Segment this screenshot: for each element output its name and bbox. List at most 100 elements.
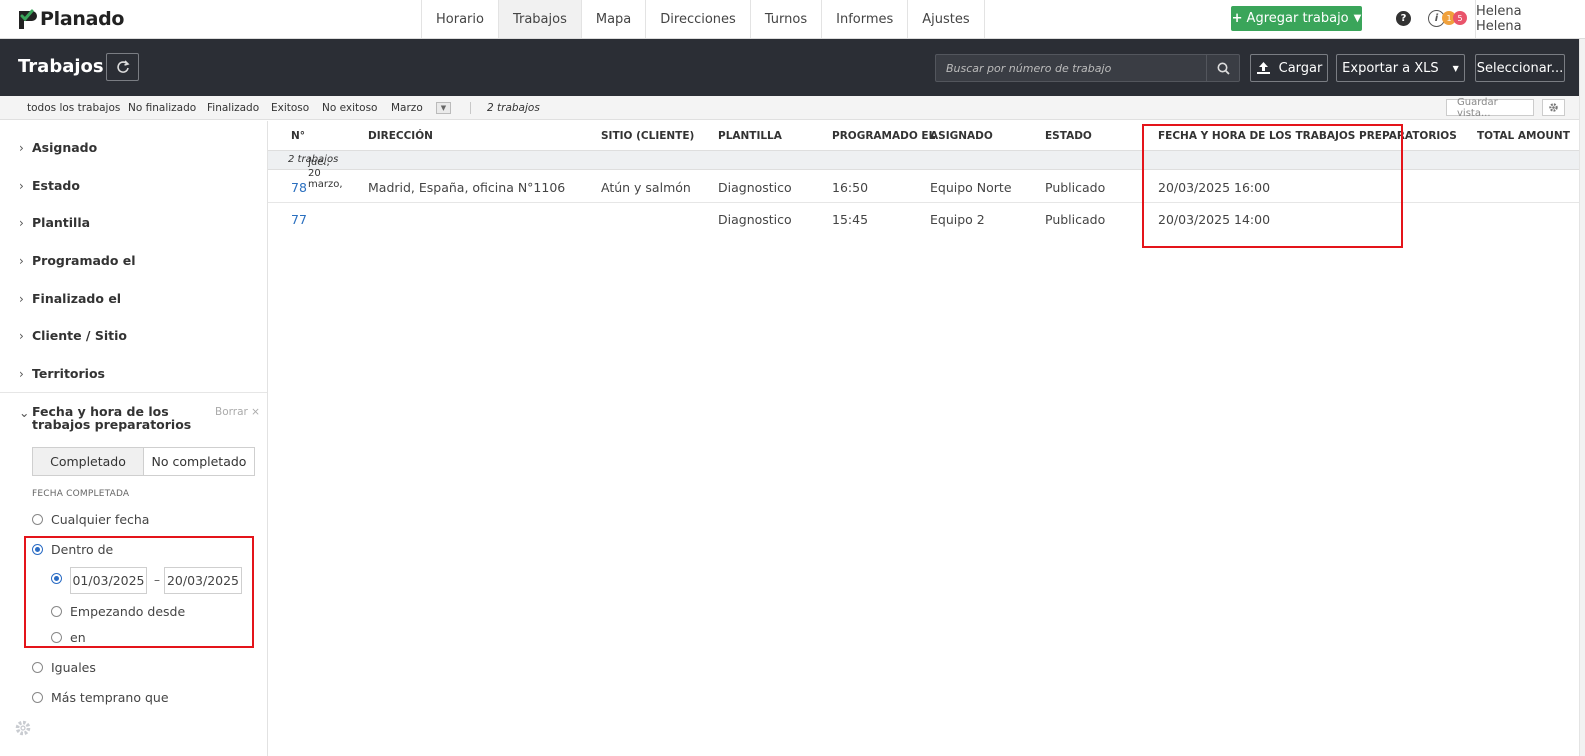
job-number-link[interactable]: 77 (291, 212, 307, 227)
filter-finished-on[interactable]: › Finalizado el (19, 291, 121, 306)
cell-template: Diagnostico (718, 180, 792, 195)
date-separator: – (154, 573, 160, 587)
refresh-button[interactable] (106, 53, 139, 81)
chevron-down-icon: ⌄ (19, 405, 30, 420)
radio-button[interactable] (32, 662, 43, 673)
filter-label: Estado (32, 178, 80, 193)
chevron-right-icon: › (19, 366, 24, 381)
radio-starting-from[interactable]: Empezando desde (51, 604, 185, 619)
cell-assigned: Equipo 2 (930, 212, 985, 227)
cell-prep-datetime: 20/03/2025 14:00 (1158, 212, 1271, 227)
tab-turnos[interactable]: Turnos (751, 0, 823, 38)
export-xls-button[interactable]: Exportar a XLS ▼ (1336, 54, 1465, 82)
export-label: Exportar a XLS (1342, 60, 1439, 76)
tab-mapa[interactable]: Mapa (582, 0, 647, 38)
chevron-down-icon[interactable]: ▼ (436, 102, 451, 114)
tab-trabajos[interactable]: Trabajos (498, 0, 582, 38)
filter-assigned[interactable]: › Asignado (19, 140, 97, 155)
filter-client-site[interactable]: › Cliente / Sitio (19, 328, 127, 343)
filter-label: Fecha y hora de los trabajos preparatori… (32, 404, 192, 432)
job-number-link[interactable]: 78 (291, 180, 307, 195)
divider (268, 202, 1585, 203)
radio-any-date[interactable]: Cualquier fecha (32, 512, 149, 527)
column-header-total-amount[interactable]: TOTAL AMOUNT (1477, 130, 1570, 142)
filter-territories[interactable]: › Territorios (19, 366, 105, 381)
filter-scheduled[interactable]: › Programado el (19, 253, 136, 268)
tab-direcciones[interactable]: Direcciones (646, 0, 751, 38)
radio-button[interactable] (51, 573, 62, 584)
filter-all-jobs[interactable]: todos los trabajos (27, 102, 120, 114)
radio-label: Más temprano que (51, 690, 169, 705)
gear-icon (1549, 103, 1558, 112)
radio-label: Empezando desde (70, 604, 186, 619)
group-date: jue., 20 marzo, (308, 157, 343, 190)
radio-button[interactable] (32, 544, 43, 555)
caret-down-icon: ▼ (1353, 13, 1362, 24)
column-header-assigned[interactable]: ASIGNADO (930, 130, 993, 142)
clear-filter-link[interactable]: Borrar × (215, 406, 260, 418)
search-icon (1217, 62, 1230, 75)
radio-button[interactable] (51, 606, 62, 617)
cell-assigned: Equipo Norte (930, 180, 1012, 195)
radio-button[interactable] (51, 632, 62, 643)
filter-not-finished[interactable]: No finalizado (128, 102, 196, 114)
radio-range[interactable] (51, 573, 70, 584)
radio-button[interactable] (32, 692, 43, 703)
divider (470, 102, 471, 114)
radio-in[interactable]: en (51, 630, 86, 645)
filter-finished[interactable]: Finalizado (207, 102, 259, 114)
search-button[interactable] (1206, 54, 1240, 82)
filter-unsuccessful[interactable]: No exitoso (322, 102, 377, 114)
filter-label: Finalizado el (32, 291, 122, 306)
cell-prep-datetime: 20/03/2025 16:00 (1158, 180, 1271, 195)
plus-icon: + (1231, 11, 1243, 26)
radio-earlier-than[interactable]: Más temprano que (32, 690, 169, 705)
filter-status[interactable]: › Estado (19, 178, 80, 193)
logo-icon (19, 9, 37, 29)
date-to-input[interactable]: 20/03/2025 (164, 567, 242, 594)
radio-within[interactable]: Dentro de (32, 542, 113, 557)
column-header-status[interactable]: ESTADO (1045, 130, 1092, 142)
tab-horario[interactable]: Horario (422, 0, 499, 38)
radio-equals[interactable]: Iguales (32, 660, 96, 675)
filter-label: Asignado (32, 140, 98, 155)
top-navigation: Planado Horario Trabajos Mapa Direccione… (0, 0, 1585, 39)
chevron-right-icon: › (19, 215, 24, 230)
filter-prep-datetime[interactable]: ⌄ Fecha y hora de los trabajos preparato… (19, 405, 199, 431)
column-header-site[interactable]: SITIO (CLIENTE) (601, 130, 694, 142)
cell-template: Diagnostico (718, 212, 792, 227)
divider (0, 392, 267, 393)
tab-informes[interactable]: Informes (822, 0, 909, 38)
help-icon[interactable]: ? (1396, 11, 1411, 26)
filter-month[interactable]: Marzo (391, 102, 423, 114)
column-header-address[interactable]: DIRECCIÓN (368, 130, 433, 142)
filter-template[interactable]: › Plantilla (19, 215, 90, 230)
filter-successful[interactable]: Exitoso (271, 102, 309, 114)
tab-ajustes[interactable]: Ajustes (908, 0, 985, 38)
planado-logo[interactable]: Planado (16, 6, 124, 32)
column-header-number[interactable]: N° (291, 130, 305, 142)
scrollbar[interactable] (1579, 39, 1585, 756)
chevron-right-icon: › (19, 291, 24, 306)
search-input[interactable]: Buscar por número de trabajo (935, 54, 1207, 82)
column-header-prep-datetime[interactable]: FECHA Y HORA DE LOS TRABAJOS PREPARATORI… (1158, 130, 1457, 142)
notification-badge-alert: 5 (1453, 11, 1467, 25)
radio-button[interactable] (32, 514, 43, 525)
add-job-button[interactable]: + Agregar trabajo ▼ (1231, 6, 1362, 31)
user-menu[interactable]: Helena Helena (1475, 0, 1575, 38)
notifications[interactable]: i 1 5 (1428, 10, 1473, 27)
segment-not-completed[interactable]: No completado (144, 448, 254, 475)
select-button[interactable]: Seleccionar... (1475, 54, 1565, 82)
radio-label: Iguales (51, 660, 96, 675)
job-count: 2 trabajos (487, 102, 540, 114)
upload-button[interactable]: Cargar (1250, 54, 1328, 82)
view-settings-button[interactable] (1542, 99, 1565, 116)
segment-completed[interactable]: Completado (33, 448, 144, 475)
cell-site: Atún y salmón (601, 180, 691, 195)
column-header-template[interactable]: PLANTILLA (718, 130, 782, 142)
date-from-input[interactable]: 01/03/2025 (70, 567, 147, 594)
save-view-input[interactable]: Guardar vista... (1446, 97, 1534, 119)
column-header-scheduled[interactable]: PROGRAMADO EL (832, 130, 935, 142)
gear-icon[interactable] (14, 719, 32, 737)
section-label: FECHA COMPLETADA (32, 489, 130, 499)
